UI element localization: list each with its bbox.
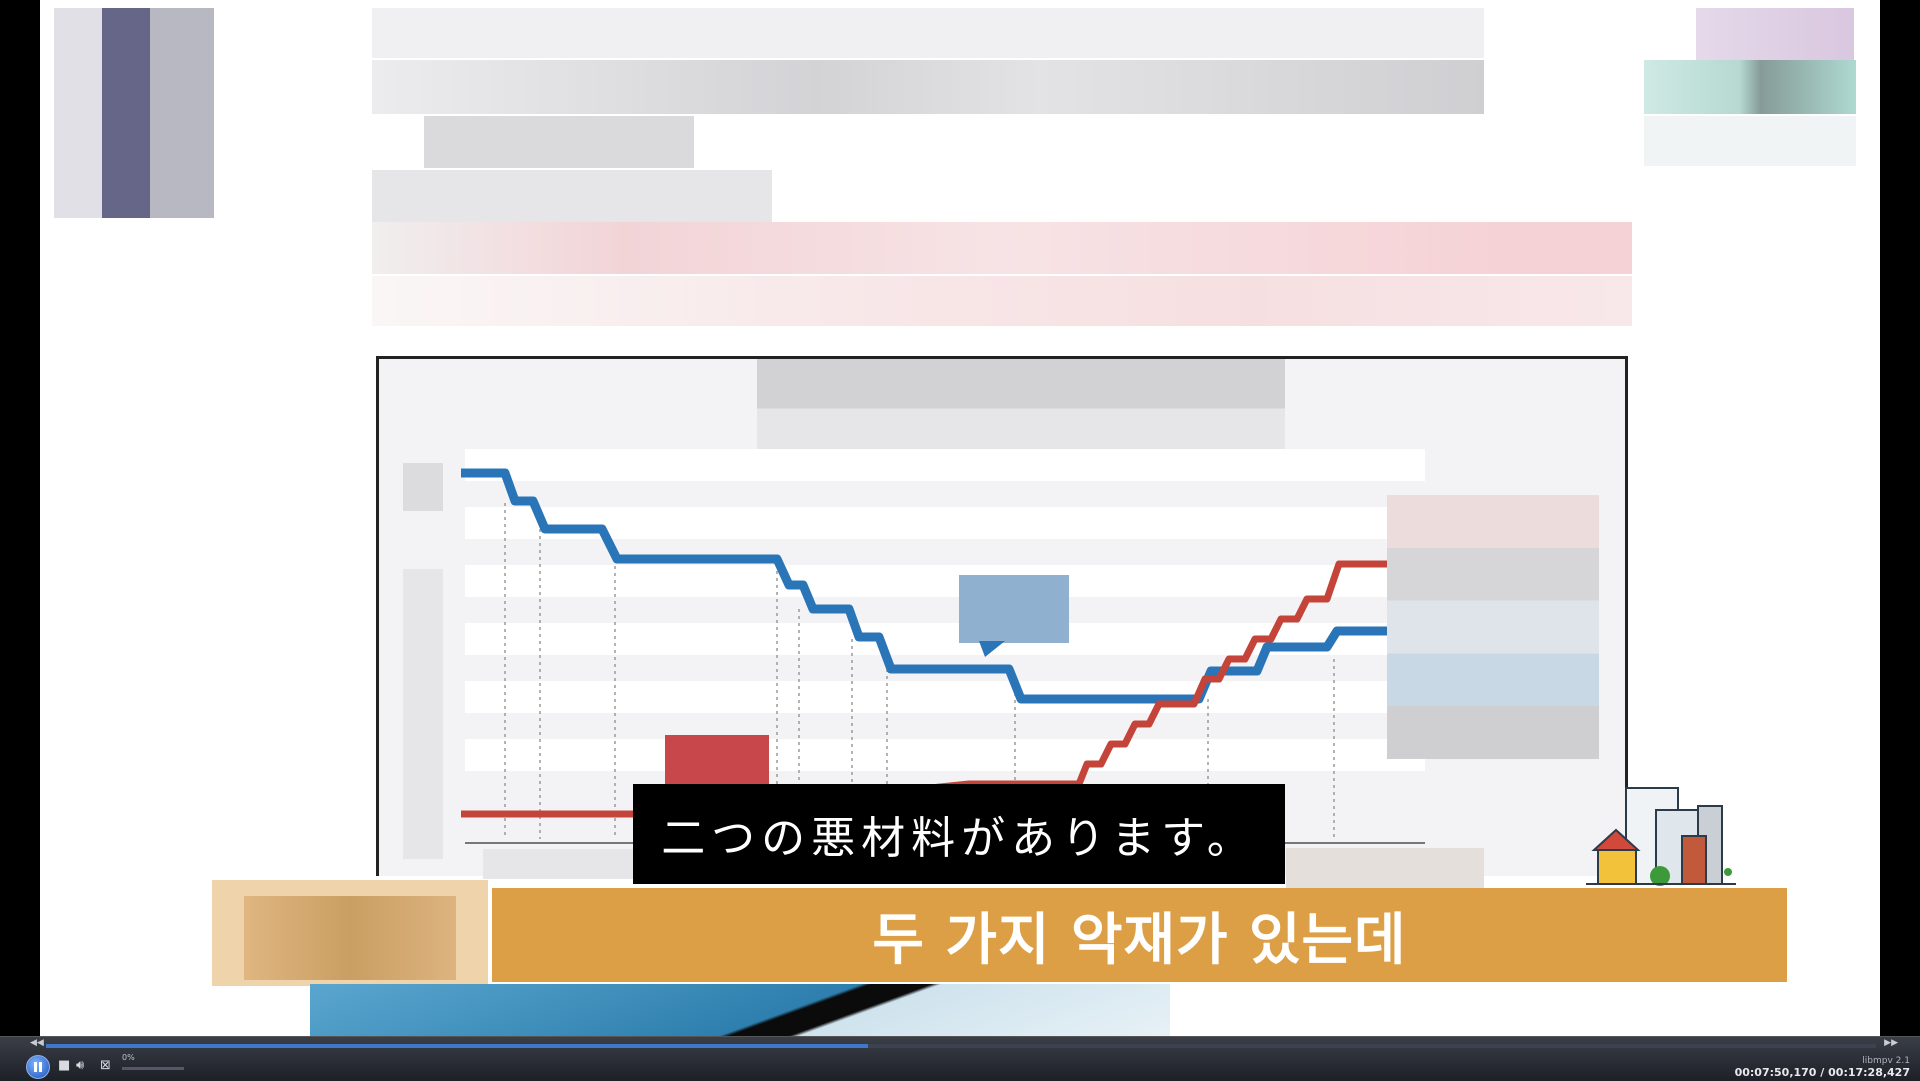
blurred-caption-pink-1 [372, 222, 1632, 274]
blurred-red-callout [665, 735, 769, 785]
volume-percent: 0% [122, 1053, 135, 1062]
seek-bar[interactable] [46, 1044, 1876, 1048]
video-frame: 두 가지 악재가 있는데 二つの悪材料があります。 [0, 0, 1920, 1036]
blurred-badge-purple [1696, 8, 1854, 60]
playback-timecode: 00:07:50,170 / 00:17:28,427 [1734, 1066, 1910, 1079]
blurred-axis-tick [403, 463, 443, 511]
blurred-banner-logo [212, 880, 488, 986]
pause-button[interactable] [26, 1055, 50, 1079]
blurred-blue-callout [959, 575, 1069, 643]
blurred-axis-tick [403, 569, 443, 859]
stop-icon[interactable]: ■ [58, 1059, 70, 1073]
blurred-badge-light [1644, 116, 1856, 166]
seek-bar-progress [46, 1044, 868, 1048]
blurred-title-line-1 [372, 8, 1484, 58]
blurred-logo [54, 8, 214, 218]
blurred-title-line-4 [372, 170, 772, 222]
player-app-name: libmpv 2.1 [1862, 1056, 1910, 1066]
subtitle-text: 二つの悪材料があります。 [633, 784, 1285, 884]
chart-background-stripes [465, 449, 1425, 771]
blurred-footnote [1286, 848, 1484, 890]
settings-icon[interactable]: ⊠ [100, 1059, 111, 1073]
volume-slider[interactable] [122, 1067, 184, 1070]
blurred-caption-pink-2 [372, 276, 1632, 326]
blurred-x-label [483, 849, 643, 879]
korean-caption-banner: 두 가지 악재가 있는데 [492, 888, 1787, 982]
blurred-badge-teal [1644, 60, 1856, 114]
blurred-title-line-3 [424, 116, 694, 168]
seek-forward-icon[interactable]: ▶▶ [1884, 1038, 1898, 1048]
player-controls: ◀◀ ▶▶ ■ 🔊︎ ⊠ 0% libmpv 2.1 00:07:50,170 … [0, 1036, 1920, 1081]
blurred-title-line-2 [372, 60, 1484, 114]
volume-icon[interactable]: 🔊︎ [76, 1059, 84, 1073]
seek-back-icon[interactable]: ◀◀ [30, 1038, 44, 1048]
blurred-legend [1387, 495, 1599, 759]
decorative-stripes [310, 984, 1170, 1036]
city-buildings-illustration [1586, 787, 1736, 886]
